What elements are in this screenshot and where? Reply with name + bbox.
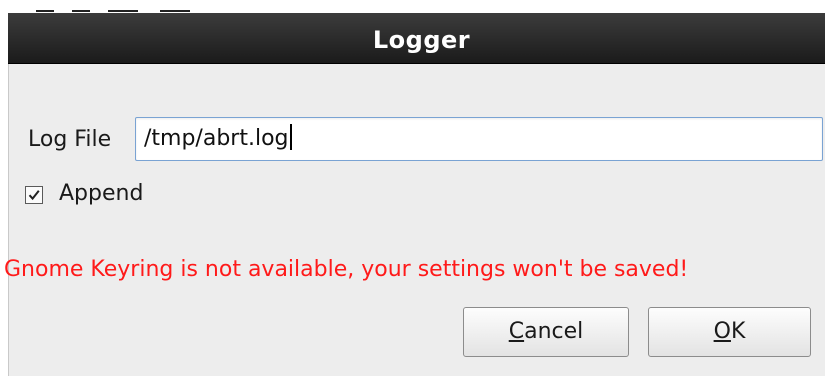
background-window-edge (0, 0, 825, 14)
background-fragment (108, 10, 138, 12)
append-label: Append (59, 181, 144, 206)
dialog-title: Logger (372, 26, 471, 54)
logger-dialog: Logger Log File /tmp/abrt.log Append Gno… (4, 13, 825, 376)
text-cursor (289, 124, 292, 150)
cancel-button[interactable]: Cancel (463, 307, 629, 357)
title-bar[interactable]: Logger (8, 13, 825, 64)
append-checkbox[interactable] (25, 186, 43, 204)
log-file-value: /tmp/abrt.log (144, 126, 289, 151)
log-file-input[interactable]: /tmp/abrt.log (135, 117, 823, 161)
ok-button[interactable]: OK (648, 307, 811, 357)
ok-label-rest: K (730, 319, 746, 344)
keyring-warning-message: Gnome Keyring is not available, your set… (4, 257, 689, 282)
checkmark-icon (28, 190, 40, 201)
background-fragment (36, 10, 54, 12)
cancel-label-rest: ancel (524, 319, 584, 344)
log-file-label: Log File (28, 127, 112, 152)
background-fragment (72, 10, 90, 12)
background-fragment (160, 10, 190, 12)
cancel-mnemonic: C (508, 319, 525, 344)
ok-mnemonic: O (713, 319, 731, 344)
